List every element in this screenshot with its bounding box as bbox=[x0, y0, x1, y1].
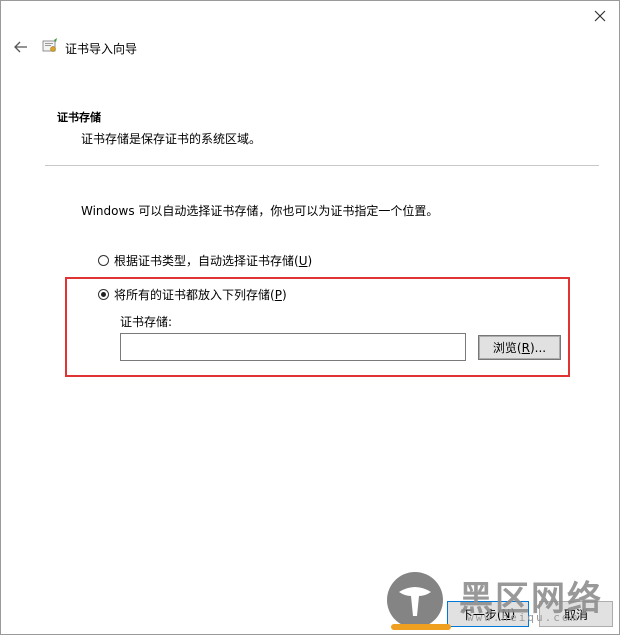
intro-text: Windows 可以自动选择证书存储，你也可以为证书指定一个位置。 bbox=[81, 204, 439, 218]
store-input[interactable] bbox=[120, 333, 466, 361]
wizard-window: 证书导入向导 证书存储 证书存储是保存证书的系统区域。 Windows 可以自动… bbox=[0, 0, 620, 635]
back-button[interactable] bbox=[11, 37, 31, 57]
watermark-url: www.heiqu.com bbox=[467, 611, 580, 624]
radio-button[interactable] bbox=[98, 255, 109, 266]
divider bbox=[45, 165, 599, 166]
wizard-title: 证书导入向导 bbox=[65, 42, 138, 56]
radio-label: 将所有的证书都放入下列存储(P) bbox=[114, 288, 287, 302]
radio-label: 根据证书类型，自动选择证书存储(U) bbox=[114, 254, 313, 268]
radio-auto-select[interactable]: 根据证书类型，自动选择证书存储(U) bbox=[98, 252, 312, 269]
certificate-icon bbox=[42, 38, 57, 52]
browse-button[interactable]: 浏览(R)... bbox=[478, 335, 561, 360]
radio-button-checked[interactable] bbox=[98, 289, 109, 300]
back-arrow-icon bbox=[14, 41, 27, 53]
close-icon bbox=[594, 10, 606, 22]
section-description: 证书存储是保存证书的系统区域。 bbox=[81, 132, 262, 146]
section-heading: 证书存储 bbox=[57, 111, 101, 124]
store-label: 证书存储: bbox=[120, 315, 173, 329]
close-button[interactable] bbox=[589, 5, 611, 27]
radio-place-all[interactable]: 将所有的证书都放入下列存储(P) bbox=[98, 286, 287, 303]
